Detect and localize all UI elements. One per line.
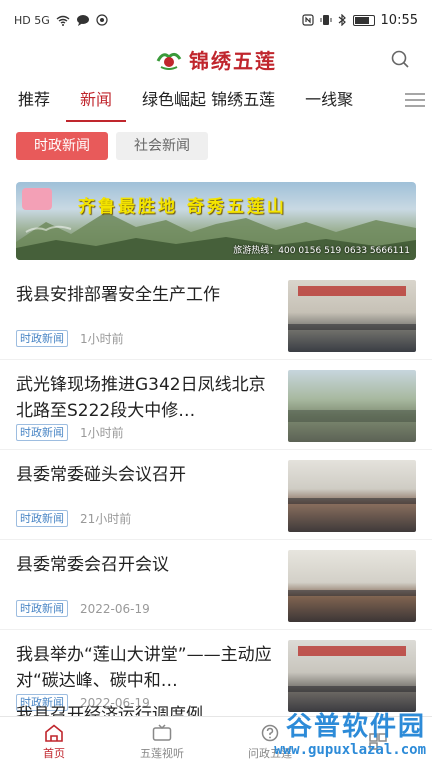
tab-green-rise[interactable]: 绿色崛起 锦绣五莲 [142, 78, 275, 122]
nav-video-label: 五莲视听 [140, 747, 184, 760]
thumb-banner [298, 646, 406, 656]
thumb-audience [288, 686, 416, 692]
news-meta: 时政新闻 1小时前 [16, 424, 276, 441]
app-logo: 锦绣五莲 [155, 45, 277, 74]
nav-home-label: 首页 [43, 747, 65, 760]
battery-icon [352, 14, 375, 26]
tv-icon [152, 724, 172, 741]
news-time: 21小时前 [80, 512, 132, 526]
thumb-table [288, 324, 416, 330]
news-title: 我县举办“莲山大讲堂”——主动应对“碳达峰、碳中和… [16, 645, 272, 691]
news-meta: 时政新闻 2022-06-19 [16, 600, 276, 617]
news-thumbnail [288, 550, 416, 622]
watermark-url: www.gupuxlazal.com [274, 742, 426, 758]
news-list: 我县安排部署安全生产工作 时政新闻 1小时前 武光锋现场推进G342日凤线北京北… [0, 270, 432, 720]
notification-icon [96, 14, 108, 26]
banner-slogan: 齐鲁最胜地 奇秀五莲山 [78, 197, 287, 217]
news-tag: 时政新闻 [16, 330, 68, 347]
search-button[interactable] [390, 49, 410, 69]
thumb-banner [298, 286, 406, 296]
nav-video[interactable]: 五莲视听 [108, 717, 216, 768]
news-item[interactable]: 县委常委碰头会议召开 时政新闻 21小时前 [0, 450, 432, 540]
message-icon [76, 15, 89, 26]
status-bar: HD 5G 10:55 [0, 0, 432, 40]
news-tag: 时政新闻 [16, 424, 68, 441]
news-item[interactable]: 武光锋现场推进G342日凤线北京北路至S222段大中修… 时政新闻 1小时前 [0, 360, 432, 450]
news-text: 县委常委会召开会议 时政新闻 2022-06-19 [16, 550, 288, 629]
subtab-politics[interactable]: 时政新闻 [16, 132, 108, 160]
news-time: 1小时前 [80, 426, 124, 440]
news-meta: 时政新闻 21小时前 [16, 510, 276, 527]
news-title: 县委常委会召开会议 [16, 555, 169, 575]
thumb-table [288, 590, 416, 596]
news-time: 1小时前 [80, 332, 124, 346]
tab-frontline[interactable]: 一线聚 [305, 78, 353, 122]
news-time: 2022-06-19 [80, 601, 150, 616]
partial-news-title: 我县召开经济运行调度例 [16, 705, 203, 716]
status-right: 10:55 [301, 12, 418, 28]
news-item[interactable]: 我县安排部署安全生产工作 时政新闻 1小时前 [0, 270, 432, 360]
subtab-society[interactable]: 社会新闻 [116, 132, 208, 160]
status-left: HD 5G [14, 14, 108, 27]
news-item[interactable]: 县委常委会召开会议 时政新闻 2022-06-19 [0, 540, 432, 630]
thumb-table [288, 498, 416, 504]
app-header: 锦绣五莲 [0, 40, 432, 78]
promo-banner[interactable]: 齐鲁最胜地 奇秀五莲山 旅游热线：400 0156 519 0633 56661… [16, 182, 416, 260]
search-icon [391, 50, 409, 68]
tab-news[interactable]: 新闻 [66, 78, 127, 122]
news-text: 武光锋现场推进G342日凤线北京北路至S222段大中修… 时政新闻 1小时前 [16, 370, 288, 449]
news-title: 县委常委碰头会议召开 [16, 465, 186, 485]
channel-tabs: 推荐 新闻 绿色崛起 锦绣五莲 一线聚 [0, 78, 432, 122]
tab-recommend[interactable]: 推荐 [18, 78, 50, 122]
news-meta: 时政新闻 1小时前 [16, 330, 276, 347]
news-tag: 时政新闻 [16, 600, 68, 617]
news-text: 县委常委碰头会议召开 时政新闻 21小时前 [16, 460, 288, 539]
thumb-people [288, 410, 416, 422]
news-thumbnail [288, 370, 416, 442]
nfc-icon [301, 14, 314, 26]
news-title: 我县安排部署安全生产工作 [16, 285, 220, 305]
network-indicator: HD 5G [14, 13, 50, 27]
vibrate-icon [320, 15, 332, 25]
wifi-icon [56, 15, 70, 26]
news-title: 武光锋现场推进G342日凤线北京北路至S222段大中修… [16, 375, 266, 421]
news-thumbnail [288, 280, 416, 352]
home-icon [45, 724, 63, 742]
sub-tabs: 时政新闻 社会新闻 [0, 122, 432, 172]
bluetooth-icon [338, 14, 346, 26]
news-thumbnail [288, 460, 416, 532]
app-name: 锦绣五莲 [189, 48, 277, 73]
site-watermark: 谷普软件园 www.gupuxlazal.com [226, 712, 426, 764]
news-tag: 时政新闻 [16, 510, 68, 527]
news-text: 我县安排部署安全生产工作 时政新闻 1小时前 [16, 280, 288, 359]
banner-badge-icon [22, 188, 52, 210]
nav-home[interactable]: 首页 [0, 717, 108, 768]
watermark-title: 谷普软件园 [285, 712, 426, 742]
logo-mark-icon [156, 52, 182, 70]
clock: 10:55 [380, 12, 418, 28]
channel-menu-button[interactable] [390, 78, 432, 122]
banner-hotline: 旅游热线：400 0156 519 0633 5666111 [233, 246, 410, 256]
menu-icon [405, 93, 425, 107]
